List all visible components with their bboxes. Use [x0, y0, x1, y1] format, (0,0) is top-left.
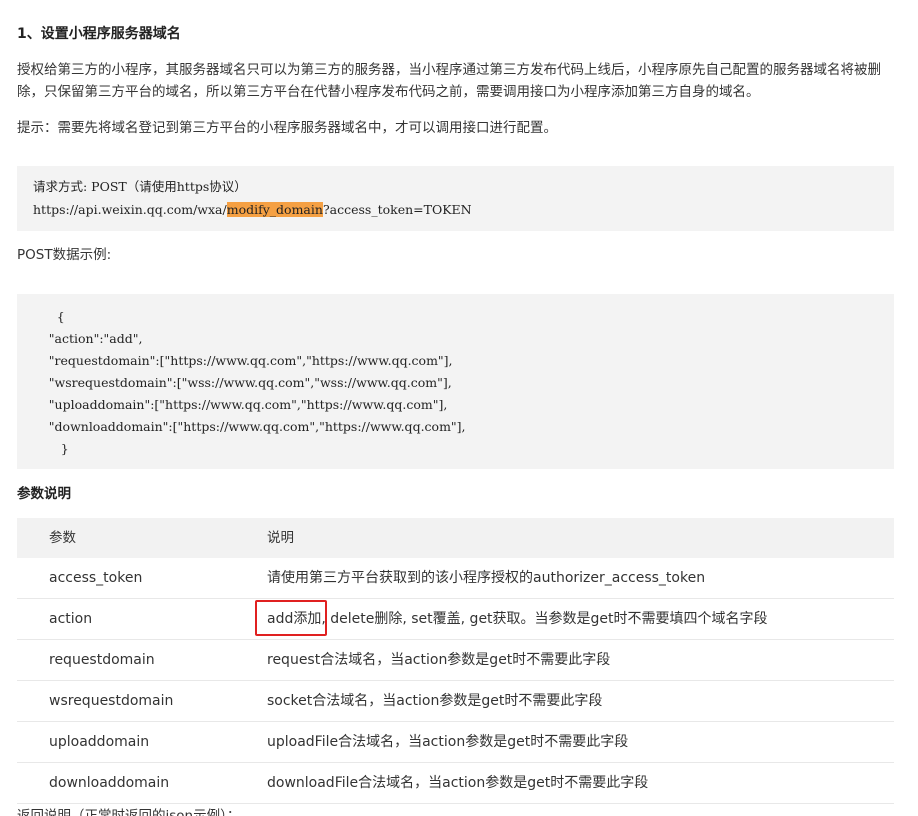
json-line: "wsrequestdomain":["wss://www.qq.com","w… [17, 375, 452, 390]
tip-paragraph: 提示：需要先将域名登记到第三方平台的小程序服务器域名中，才可以调用接口进行配置。 [17, 120, 557, 136]
table-row: requestdomain request合法域名，当action参数是get时… [17, 640, 894, 681]
table-row: downloaddomain downloadFile合法域名，当action参… [17, 763, 894, 804]
table-row: wsrequestdomain socket合法域名，当action参数是get… [17, 681, 894, 722]
param-desc: add添加, delete删除, set覆盖, get获取。当参数是get时不需… [267, 611, 768, 627]
param-name: access_token [49, 570, 143, 586]
request-url-suffix: ?access_token=TOKEN [322, 202, 472, 217]
params-title: 参数说明 [17, 486, 71, 502]
table-row: action add添加, delete删除, set覆盖, get获取。当参数… [17, 599, 894, 640]
request-method-line: 请求方式: POST（请使用https协议） [33, 179, 247, 194]
param-name: uploaddomain [49, 734, 150, 750]
table-row: uploaddomain uploadFile合法域名，当action参数是ge… [17, 722, 894, 763]
intro-paragraph: 授权给第三方的小程序，其服务器域名只可以为第三方的服务器，当小程序通过第三方发布… [17, 62, 881, 100]
json-line: "requestdomain":["https://www.qq.com","h… [17, 353, 453, 368]
json-line: { [17, 309, 65, 324]
annotation-highlight-box [255, 600, 327, 636]
table-header-desc: 说明 [267, 530, 294, 546]
section-title: 1、设置小程序服务器域名 [17, 26, 181, 42]
param-name: requestdomain [49, 652, 155, 668]
return-description-label: 返回说明（正常时返回的json示例）： [17, 808, 241, 816]
json-line: "downloaddomain":["https://www.qq.com","… [17, 419, 466, 434]
request-code-block: 请求方式: POST（请使用https协议） https://api.weixi… [17, 166, 894, 231]
post-example-label: POST数据示例: [17, 247, 112, 263]
param-desc: request合法域名，当action参数是get时不需要此字段 [267, 652, 611, 668]
json-line: "action":"add", [17, 331, 143, 346]
json-line: } [17, 441, 69, 456]
param-name: wsrequestdomain [49, 693, 174, 709]
params-table: 参数 说明 access_token 请使用第三方平台获取到的该小程序授权的au… [17, 518, 894, 804]
param-desc: downloadFile合法域名，当action参数是get时不需要此字段 [267, 775, 649, 791]
request-url-highlight: modify_domain [226, 202, 323, 217]
json-line: "uploaddomain":["https://www.qq.com","ht… [17, 397, 448, 412]
param-name: action [49, 611, 93, 627]
table-row: access_token 请使用第三方平台获取到的该小程序授权的authoriz… [17, 558, 894, 599]
json-example-block: { "action":"add", "requestdomain":["http… [17, 294, 894, 469]
param-desc: socket合法域名，当action参数是get时不需要此字段 [267, 693, 603, 709]
param-desc: 请使用第三方平台获取到的该小程序授权的authorizer_access_tok… [267, 570, 706, 586]
param-desc: uploadFile合法域名，当action参数是get时不需要此字段 [267, 734, 629, 750]
param-name: downloaddomain [49, 775, 170, 791]
request-url-line: https://api.weixin.qq.com/wxa/modify_dom… [33, 201, 472, 219]
request-url-prefix: https://api.weixin.qq.com/wxa/ [33, 202, 227, 217]
table-header-param: 参数 [49, 530, 76, 546]
table-header-row: 参数 说明 [17, 518, 894, 558]
